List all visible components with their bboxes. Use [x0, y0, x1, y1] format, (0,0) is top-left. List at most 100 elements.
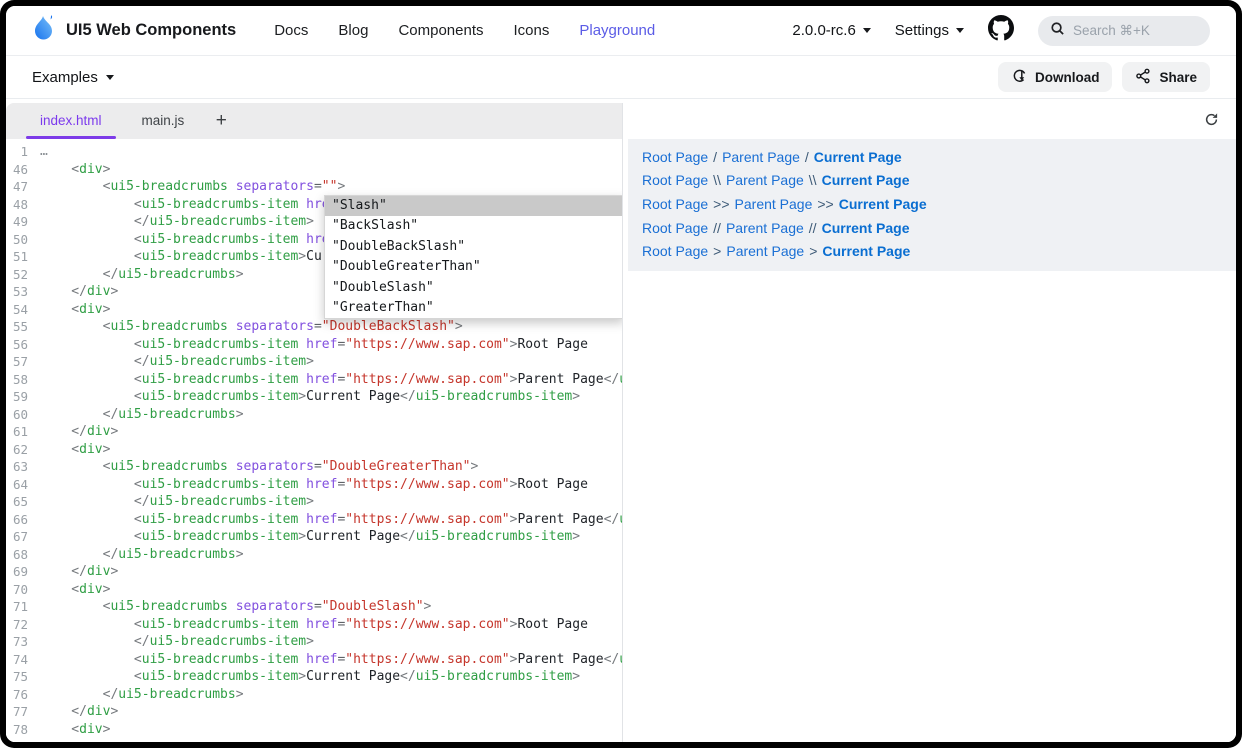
breadcrumb-link[interactable]: Root Page: [642, 172, 708, 188]
line-number: 68: [6, 546, 40, 564]
examples-dropdown[interactable]: Examples: [32, 69, 114, 86]
nav-item-docs[interactable]: Docs: [274, 22, 308, 39]
download-label: Download: [1035, 70, 1100, 85]
line-number: 46: [6, 161, 40, 179]
refresh-button[interactable]: [1200, 110, 1222, 132]
code-line[interactable]: 72 <ui5-breadcrumbs-item href="https://w…: [6, 616, 622, 634]
code-text: </ui5-breadcrumbs>: [40, 686, 244, 704]
examples-label: Examples: [32, 69, 98, 86]
code-line[interactable]: 76 </ui5-breadcrumbs>: [6, 686, 622, 704]
code-line[interactable]: 75 <ui5-breadcrumbs-item>Current Page</u…: [6, 668, 622, 686]
code-text: </ui5-breadcrumbs-item>: [40, 353, 314, 371]
code-line[interactable]: 65 </ui5-breadcrumbs-item>: [6, 493, 622, 511]
breadcrumb-link[interactable]: Root Page: [642, 243, 708, 259]
version-dropdown[interactable]: 2.0.0-rc.6: [792, 22, 870, 39]
nav-item-components[interactable]: Components: [398, 22, 483, 39]
code-line[interactable]: 64 <ui5-breadcrumbs-item href="https://w…: [6, 476, 622, 494]
tab-index.html[interactable]: index.html: [20, 103, 122, 139]
code-text: <div>: [40, 161, 110, 179]
settings-label: Settings: [895, 22, 949, 39]
code-area[interactable]: 1…46 <div>47 <ui5-breadcrumbs separators…: [6, 139, 622, 742]
code-line[interactable]: 69 </div>: [6, 563, 622, 581]
code-text: </ui5-breadcrumbs>: [40, 266, 244, 284]
breadcrumb-link[interactable]: Parent Page: [726, 220, 804, 236]
version-label: 2.0.0-rc.6: [792, 22, 855, 39]
github-link[interactable]: [988, 15, 1014, 46]
code-line[interactable]: 74 <ui5-breadcrumbs-item href="https://w…: [6, 651, 622, 669]
breadcrumb-current: Current Page: [822, 243, 910, 259]
settings-dropdown[interactable]: Settings: [895, 22, 964, 39]
line-number: 58: [6, 371, 40, 389]
breadcrumb-link[interactable]: Parent Page: [735, 196, 813, 212]
share-button[interactable]: Share: [1122, 62, 1210, 92]
code-line[interactable]: 59 <ui5-breadcrumbs-item>Current Page</u…: [6, 388, 622, 406]
breadcrumb-current: Current Page: [839, 196, 927, 212]
code-text: <ui5-breadcrumbs-item>Current Page</ui5-…: [40, 388, 580, 406]
editor-tabbar: index.htmlmain.js +: [6, 103, 622, 139]
code-line[interactable]: 73 </ui5-breadcrumbs-item>: [6, 633, 622, 651]
share-icon: [1135, 68, 1151, 87]
code-line[interactable]: 47 <ui5-breadcrumbs separators="">: [6, 178, 622, 196]
code-line[interactable]: 63 <ui5-breadcrumbs separators="DoubleGr…: [6, 458, 622, 476]
nav-item-blog[interactable]: Blog: [338, 22, 368, 39]
code-line[interactable]: 56 <ui5-breadcrumbs-item href="https://w…: [6, 336, 622, 354]
autocomplete-option[interactable]: "BackSlash": [325, 216, 622, 236]
toolbar-actions: Download Share: [998, 62, 1210, 92]
breadcrumb-link[interactable]: Root Page: [642, 220, 708, 236]
code-text: <ui5-breadcrumbs separators="">: [40, 178, 345, 196]
breadcrumb-link[interactable]: Root Page: [642, 149, 708, 165]
code-line[interactable]: 68 </ui5-breadcrumbs>: [6, 546, 622, 564]
code-line[interactable]: 60 </ui5-breadcrumbs>: [6, 406, 622, 424]
code-line[interactable]: 78 <div>: [6, 721, 622, 739]
search-box[interactable]: [1038, 16, 1210, 46]
code-line[interactable]: 58 <ui5-breadcrumbs-item href="https://w…: [6, 371, 622, 389]
breadcrumb-link[interactable]: Parent Page: [722, 149, 800, 165]
breadcrumb-link[interactable]: Parent Page: [726, 172, 804, 188]
breadcrumb-link[interactable]: Parent Page: [726, 243, 804, 259]
header-right: 2.0.0-rc.6 Settings: [792, 15, 1210, 46]
add-tab-button[interactable]: +: [204, 103, 238, 139]
line-number: 54: [6, 301, 40, 319]
code-line[interactable]: 66 <ui5-breadcrumbs-item href="https://w…: [6, 511, 622, 529]
preview-empty-area: [623, 271, 1236, 742]
breadcrumb: Root Page\\Parent Page\\Current Page: [642, 169, 1222, 193]
autocomplete-option[interactable]: "GreaterThan": [325, 298, 622, 318]
code-line[interactable]: 62 <div>: [6, 441, 622, 459]
code-text: <ui5-breadcrumbs-item>Current Page</ui5-…: [40, 528, 580, 546]
autocomplete-option[interactable]: "Slash": [325, 196, 622, 216]
brand[interactable]: UI5 Web Components: [32, 14, 236, 47]
breadcrumb-separator: //: [809, 220, 817, 236]
chevron-down-icon: [106, 75, 114, 80]
line-number: 50: [6, 231, 40, 249]
code-line[interactable]: 57 </ui5-breadcrumbs-item>: [6, 353, 622, 371]
breadcrumb-separator: \\: [809, 172, 817, 188]
code-line[interactable]: 71 <ui5-breadcrumbs separators="DoubleSl…: [6, 598, 622, 616]
code-text: </div>: [40, 283, 118, 301]
breadcrumb-separator: /: [713, 149, 717, 165]
tab-main.js[interactable]: main.js: [122, 103, 205, 139]
breadcrumb-link[interactable]: Root Page: [642, 196, 708, 212]
code-text: </div>: [40, 563, 118, 581]
code-line[interactable]: 61 </div>: [6, 423, 622, 441]
search-input[interactable]: [1073, 23, 1198, 38]
code-line[interactable]: 46 <div>: [6, 161, 622, 179]
autocomplete-option[interactable]: "DoubleGreaterThan": [325, 257, 622, 277]
main-nav: Docs Blog Components Icons Playground: [274, 22, 655, 39]
code-line[interactable]: 55 <ui5-breadcrumbs separators="DoubleBa…: [6, 318, 622, 336]
code-line[interactable]: 1…: [6, 143, 622, 161]
nav-item-icons[interactable]: Icons: [514, 22, 550, 39]
autocomplete-option[interactable]: "DoubleBackSlash": [325, 237, 622, 257]
breadcrumb-current: Current Page: [822, 220, 910, 236]
line-number: 52: [6, 266, 40, 284]
code-line[interactable]: 77 </div>: [6, 703, 622, 721]
autocomplete-option[interactable]: "DoubleSlash": [325, 278, 622, 298]
code-line[interactable]: 70 <div>: [6, 581, 622, 599]
line-number: 76: [6, 686, 40, 704]
line-number: 64: [6, 476, 40, 494]
nav-item-playground[interactable]: Playground: [579, 22, 655, 39]
download-button[interactable]: Download: [998, 62, 1113, 92]
code-line[interactable]: 67 <ui5-breadcrumbs-item>Current Page</u…: [6, 528, 622, 546]
line-number: 63: [6, 458, 40, 476]
refresh-icon: [1204, 112, 1219, 130]
brand-title: UI5 Web Components: [66, 21, 236, 40]
